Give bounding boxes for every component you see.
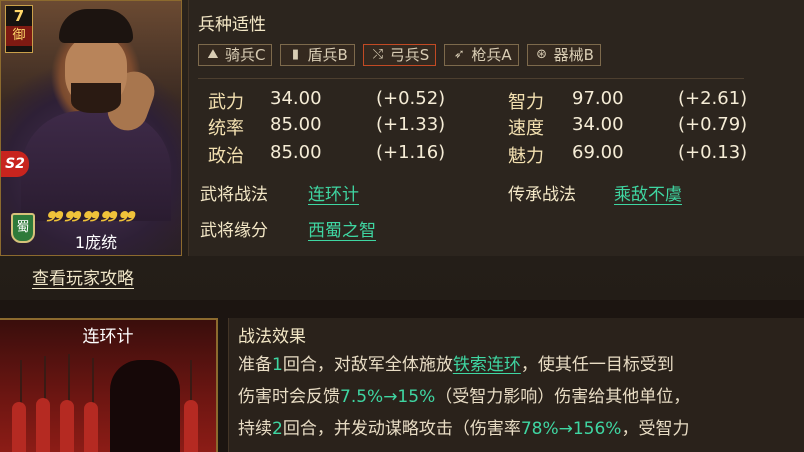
inherit-tactic-label: 传承战法	[508, 185, 576, 205]
stat-label-charm: 魅力	[508, 146, 544, 167]
stat-value-command: 85.00	[270, 114, 322, 135]
stat-value-speed: 34.00	[572, 114, 624, 135]
tactic-card-title: 连环计	[82, 327, 134, 347]
affinity-shield[interactable]: ▮ 盾兵B	[280, 44, 355, 66]
hero-portrait[interactable]: 7 御 S2 蜀 ❠ ❠ ❠ ❠ ❠ 1庞统	[0, 0, 182, 256]
bow-icon: ⤭	[372, 47, 383, 62]
bond-link[interactable]: 西蜀之智	[308, 216, 376, 241]
text-segment: ，受智力	[621, 419, 690, 439]
stat-label-force: 武力	[208, 92, 244, 113]
highlight-value: 7.5%→15%	[340, 387, 436, 407]
hero-figure-beard	[71, 83, 121, 113]
star-rating: ❠ ❠ ❠ ❠ ❠	[47, 197, 135, 221]
tactic-card[interactable]: 连环计	[0, 318, 218, 452]
affinity-siege[interactable]: ⊛ 器械B	[526, 44, 601, 66]
player-guide-link[interactable]: 查看玩家攻略	[32, 264, 134, 289]
star-icon: ❠	[119, 195, 136, 223]
star-icon: ❠	[83, 195, 100, 223]
faction-badge: 蜀	[11, 213, 35, 243]
spear-icon: ➶	[453, 47, 465, 62]
highlight-value: 2	[272, 419, 283, 439]
affinity-label: 骑兵C	[225, 46, 266, 64]
hero-name: 1庞统	[74, 233, 118, 252]
stat-bonus-charm: (+0.13)	[678, 142, 748, 163]
tactic-effect-line: 持续2回合，并发动谋略攻击（伤害率78%→156%，受智力	[238, 414, 689, 439]
affinity-label: 盾兵B	[307, 46, 348, 64]
text-segment: 伤害时会反馈	[238, 387, 340, 407]
chain-link-status[interactable]: 铁索连环	[453, 355, 521, 375]
text-segment: （受智力影响）伤害给其他单位，	[435, 387, 691, 407]
tactic-effect-line: 准备1回合，对敌军全体施放铁索连环，使其任一目标受到	[238, 350, 674, 375]
season-badge: S2	[1, 151, 29, 177]
soldier-figure	[84, 402, 98, 452]
rank-kind: 御	[6, 26, 32, 46]
soldier-figure	[12, 402, 26, 452]
stat-bonus-speed: (+0.79)	[678, 114, 748, 135]
stat-bonus-force: (+0.52)	[376, 88, 446, 109]
affinity-label: 弓兵S	[389, 46, 430, 64]
highlight-value: 78%→156%	[520, 419, 622, 439]
cavalry-icon: ⛰	[207, 47, 219, 62]
hero-tactic-link[interactable]: 连环计	[308, 180, 359, 205]
soldier-figure	[60, 400, 74, 452]
affinity-cavalry[interactable]: ⛰ 骑兵C	[198, 44, 273, 66]
star-icon: ❠	[65, 195, 82, 223]
text-segment: ，使其任一目标受到	[520, 355, 674, 375]
inherit-tactic-link[interactable]: 乘敌不虞	[614, 180, 682, 205]
bond-label: 武将缘分	[200, 221, 268, 241]
affinity-label: 枪兵A	[471, 46, 512, 64]
stat-value-intellect: 97.00	[572, 88, 624, 109]
soldier-figure	[36, 398, 50, 452]
text-segment: 准备	[238, 355, 272, 375]
stat-bonus-politics: (+1.16)	[376, 142, 446, 163]
siege-icon: ⊛	[536, 47, 548, 62]
troop-affinity-list: ⛰ 骑兵C ▮ 盾兵B ⤭ 弓兵S ➶ 枪兵A ⊛ 器械B	[198, 44, 601, 66]
stat-bonus-intellect: (+2.61)	[678, 88, 748, 109]
troop-affinity-title: 兵种适性	[198, 15, 266, 35]
stat-value-force: 34.00	[270, 88, 322, 109]
star-icon: ❠	[101, 195, 118, 223]
strategist-silhouette	[110, 360, 180, 452]
affinity-archer[interactable]: ⤭ 弓兵S	[362, 44, 437, 66]
stat-value-politics: 85.00	[270, 142, 322, 163]
rank-badge: 7 御	[5, 5, 33, 53]
tactic-effect-line: 伤害时会反馈7.5%→15%（受智力影响）伤害给其他单位，	[238, 382, 690, 407]
hero-tactic-label: 武将战法	[200, 185, 268, 205]
affinity-label: 器械B	[553, 46, 594, 64]
stat-bonus-command: (+1.33)	[376, 114, 446, 135]
star-icon: ❠	[47, 195, 64, 223]
soldier-figure	[184, 400, 198, 452]
text-segment: 持续	[238, 419, 272, 439]
stat-label-command: 统率	[208, 118, 244, 139]
hero-figure-hat	[59, 9, 133, 43]
stat-label-speed: 速度	[508, 118, 544, 139]
stat-label-politics: 政治	[208, 146, 244, 167]
rank-number: 7	[13, 7, 25, 25]
tactic-effect-title: 战法效果	[238, 327, 306, 347]
text-segment: 回合，对敌军全体施放	[282, 355, 453, 375]
shield-icon: ▮	[291, 47, 300, 62]
affinity-spear[interactable]: ➶ 枪兵A	[444, 44, 519, 66]
divider	[198, 78, 744, 79]
stat-value-charm: 69.00	[572, 142, 624, 163]
text-segment: 回合，并发动谋略攻击（伤害率	[282, 419, 521, 439]
highlight-value: 1	[272, 355, 283, 375]
stat-label-intellect: 智力	[508, 92, 544, 113]
